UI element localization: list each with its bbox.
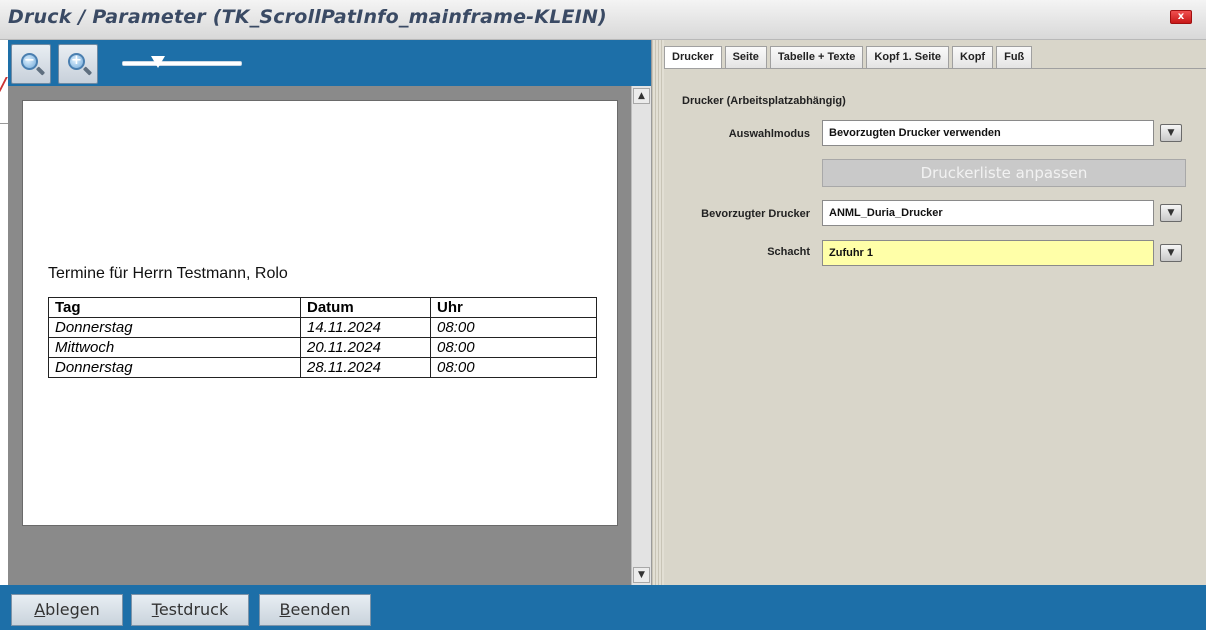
preview-toolbar: − + [8,40,651,86]
adjust-printer-list-button[interactable]: Druckerliste anpassen [822,159,1186,187]
zoom-slider[interactable] [122,56,242,68]
scroll-down-icon[interactable]: ▼ [633,567,650,583]
test-print-button[interactable]: Testdruck [131,594,249,626]
selection-mode-label: Auswahlmodus [728,128,810,140]
bottom-button-bar: Ablegen Testdruck Beenden [0,585,1206,630]
preview-page: Termine für Herrn Testmann, Rolo Tag Dat… [22,100,618,526]
table-header-row: Tag Datum Uhr [48,297,597,318]
tab-divider [664,68,1206,69]
tab-drucker[interactable]: Drucker [664,46,722,68]
tab-tabelle-texte[interactable]: Tabelle + Texte [769,46,864,68]
tray-field[interactable]: Zufuhr 1 [822,240,1154,266]
parameter-panel: Drucker Seite Tabelle + Texte Kopf 1. Seite… [651,40,1206,585]
preferred-printer-label: Bevorzugter Drucker [701,208,810,220]
save-button[interactable]: Ablegen [11,594,123,626]
column-header-datum: Datum [300,297,431,318]
appointments-heading: Termine für Herrn Testmann, Rolo [48,265,288,282]
printer-group-title: Drucker (Arbeitsplatzabhängig) [682,95,846,107]
scroll-up-icon[interactable]: ▲ [633,88,650,104]
close-icon[interactable]: x [1170,10,1192,24]
tab-bar: Drucker Seite Tabelle + Texte Kopf 1. Seite… [664,46,1035,68]
tray-label: Schacht [767,246,810,258]
table-cell: Donnerstag [48,357,301,378]
tab-fuss[interactable]: Fuß [996,46,1033,68]
exit-button[interactable]: Beenden [259,594,371,626]
window-titlebar: Druck / Parameter (TK_ScrollPatInfo_main… [0,0,1206,40]
preview-viewport[interactable]: Termine für Herrn Testmann, Rolo Tag Dat… [8,86,630,585]
selection-mode-dropdown-icon[interactable]: ▼ [1160,124,1182,142]
edge-fragment: / [0,76,7,94]
panel-grip [652,40,664,585]
zoom-in-button[interactable]: + [58,44,98,84]
table-cell: 08:00 [430,357,597,378]
table-cell: 14.11.2024 [300,317,431,338]
tab-seite[interactable]: Seite [724,46,767,68]
table-cell: Donnerstag [48,317,301,338]
table-cell: 28.11.2024 [300,357,431,378]
zoom-out-button[interactable]: − [11,44,51,84]
column-header-tag: Tag [48,297,301,318]
tab-kopf[interactable]: Kopf [952,46,994,68]
preferred-printer-dropdown-icon[interactable]: ▼ [1160,204,1182,222]
table-cell: 08:00 [430,337,597,358]
tab-kopf-1-seite[interactable]: Kopf 1. Seite [866,46,950,68]
table-row: Mittwoch 20.11.2024 08:00 [48,337,597,358]
tray-dropdown-icon[interactable]: ▼ [1160,244,1182,262]
table-cell: Mittwoch [48,337,301,358]
table-cell: 08:00 [430,317,597,338]
preferred-printer-field[interactable]: ANML_Duria_Drucker [822,200,1154,226]
edge-divider [0,123,8,124]
selection-mode-field[interactable]: Bevorzugten Drucker verwenden [822,120,1154,146]
window-title: Druck / Parameter (TK_ScrollPatInfo_main… [8,6,607,28]
table-cell: 20.11.2024 [300,337,431,358]
table-row: Donnerstag 28.11.2024 08:00 [48,357,597,378]
table-row: Donnerstag 14.11.2024 08:00 [48,317,597,338]
appointments-table: Tag Datum Uhr Donnerstag 14.11.2024 08:0… [48,297,597,378]
zoom-slider-thumb[interactable] [151,56,166,68]
print-preview-panel: − + Termine für Herrn Testmann, Rolo Tag… [8,40,651,585]
preview-scrollbar[interactable]: ▲ ▼ [631,86,651,585]
column-header-uhr: Uhr [430,297,597,318]
